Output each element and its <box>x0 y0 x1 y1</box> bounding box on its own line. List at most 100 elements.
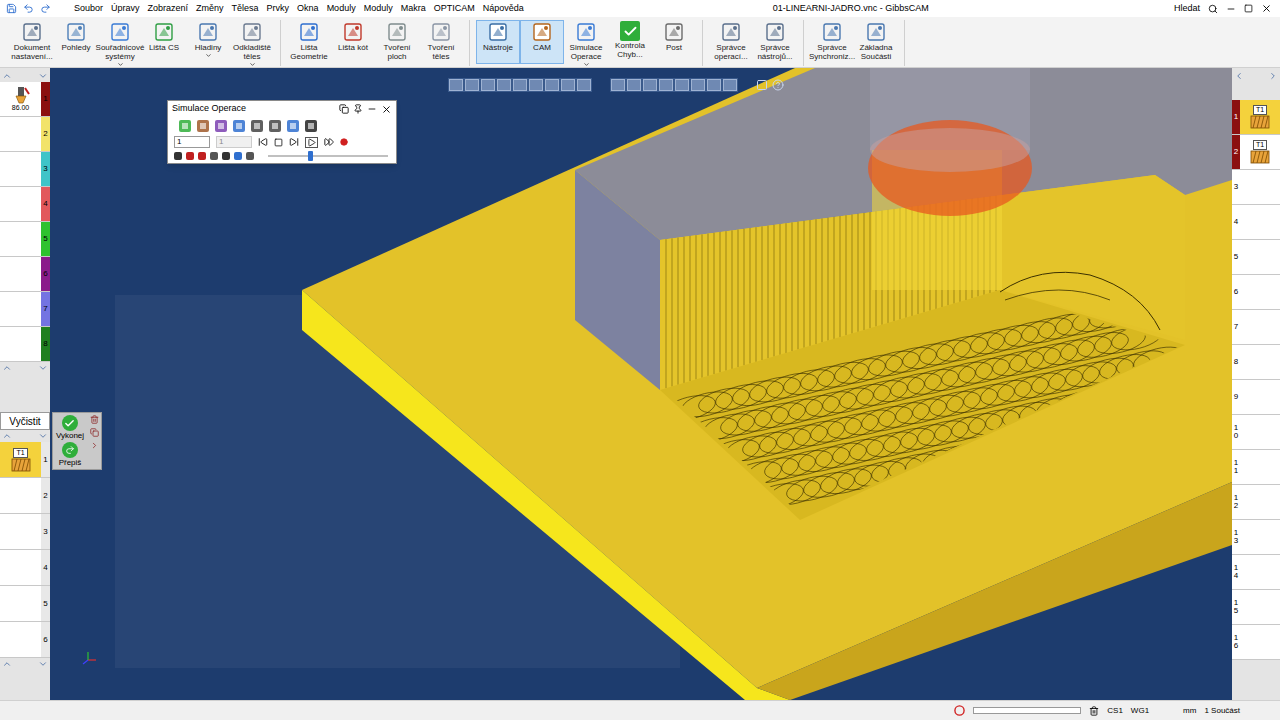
operation-slot[interactable]: 3 <box>0 514 50 550</box>
pin-icon[interactable] <box>353 104 363 114</box>
cs-indicator[interactable]: CS1 <box>1107 705 1123 717</box>
tool-slot[interactable]: 8 <box>0 327 50 362</box>
stop-icon[interactable] <box>274 138 283 147</box>
ribbon-button[interactable]: Lišta CS <box>142 20 186 64</box>
save-icon[interactable] <box>6 3 17 14</box>
expand-icon[interactable] <box>90 441 99 450</box>
process-slot[interactable]: 5 <box>1232 240 1280 275</box>
process-number-tab[interactable]: 2 <box>1232 135 1240 169</box>
view-mode-icon[interactable] <box>246 152 254 160</box>
wg-indicator[interactable]: WG1 <box>1131 705 1149 717</box>
tool-slot[interactable]: 6 <box>0 257 50 292</box>
process-slot[interactable]: 1T1 <box>1232 100 1280 135</box>
tool-number-tab[interactable]: 1 <box>41 82 50 116</box>
process-number-tab[interactable]: 6 <box>1232 275 1240 309</box>
scroll-up-icon[interactable] <box>2 659 12 669</box>
process-number-tab[interactable]: 5 <box>1232 240 1240 274</box>
tool-badge[interactable]: T1 <box>10 448 32 472</box>
ribbon-button[interactable]: Nástroje <box>476 20 520 64</box>
menu-item[interactable]: Moduly <box>360 2 397 16</box>
menu-item[interactable]: Tělesa <box>228 2 263 16</box>
display-button-icon[interactable] <box>643 79 657 91</box>
menu-item[interactable]: Nápověda <box>479 2 528 16</box>
delete-icon[interactable] <box>90 415 99 424</box>
minimize-icon[interactable] <box>1226 4 1236 14</box>
step-field[interactable]: 1 <box>174 136 210 148</box>
scroll-right-icon[interactable] <box>1268 71 1278 81</box>
tool-number-tab[interactable]: 3 <box>41 152 50 186</box>
menu-item[interactable]: Úpravy <box>107 2 144 16</box>
ribbon-button[interactable]: Správce nástrojů... <box>753 20 797 64</box>
view-button-icon[interactable] <box>561 79 575 91</box>
tool-slot[interactable]: 5 <box>0 222 50 257</box>
menu-item[interactable]: Moduly <box>323 2 360 16</box>
process-slot[interactable]: 9 <box>1232 380 1280 415</box>
scroll-down-icon[interactable] <box>38 431 48 441</box>
menu-item[interactable]: Zobrazení <box>144 2 193 16</box>
speed-slider[interactable] <box>268 155 388 157</box>
process-number-tab[interactable]: 12 <box>1232 485 1240 519</box>
process-number-tab[interactable]: 14 <box>1232 555 1240 589</box>
trash-icon[interactable] <box>1089 706 1099 716</box>
view-button-icon[interactable] <box>481 79 495 91</box>
fast-forward-icon[interactable] <box>324 137 334 147</box>
ribbon-button[interactable]: Odkladiště těles <box>230 20 274 69</box>
menu-item[interactable]: Soubor <box>70 2 107 16</box>
view-mode-icon[interactable] <box>234 152 242 160</box>
display-button-icon[interactable] <box>691 79 705 91</box>
redo-button[interactable]: Přepiš <box>59 442 82 467</box>
ribbon-button[interactable]: Dokument nastavení... <box>10 20 54 64</box>
process-number-tab[interactable]: 9 <box>1232 380 1240 414</box>
search-icon[interactable] <box>1208 4 1218 14</box>
maximize-icon[interactable] <box>1244 4 1253 13</box>
ribbon-button[interactable]: Pohledy <box>54 20 98 64</box>
process-slot[interactable]: 11 <box>1232 450 1280 485</box>
ribbon-button[interactable]: Základna Součásti <box>854 20 898 64</box>
undock-icon[interactable] <box>339 104 349 114</box>
menu-item[interactable]: Okna <box>293 2 323 16</box>
sim-option-icon[interactable] <box>178 119 192 133</box>
scroll-arrows[interactable] <box>0 362 50 374</box>
menu-item[interactable]: Prvky <box>263 2 294 16</box>
sim-option-icon[interactable] <box>304 119 318 133</box>
process-number-tab[interactable]: 7 <box>1232 310 1240 344</box>
record-icon[interactable] <box>340 138 348 146</box>
tool-slot[interactable]: 86.001 <box>0 82 50 117</box>
ribbon-button[interactable]: Simulace Operace <box>564 20 608 69</box>
clear-button[interactable]: Vyčistit <box>0 412 50 430</box>
close-icon[interactable] <box>381 104 392 115</box>
process-slot[interactable]: 15 <box>1232 590 1280 625</box>
process-slot[interactable]: 3 <box>1232 170 1280 205</box>
viewport[interactable]: VykonejPřepišSimulace Operace11 <box>50 68 1232 700</box>
view-button-icon[interactable] <box>465 79 479 91</box>
operation-slot[interactable]: 5 <box>0 586 50 622</box>
scroll-arrows[interactable] <box>0 430 50 442</box>
tool-number-tab[interactable]: 5 <box>41 222 50 256</box>
view-button-icon[interactable] <box>513 79 527 91</box>
step-total-field[interactable]: 1 <box>216 136 252 148</box>
redo-icon[interactable] <box>40 3 51 14</box>
help-icon[interactable] <box>772 79 784 91</box>
tool-slot[interactable]: 7 <box>0 292 50 327</box>
view-mode-icon[interactable] <box>198 152 206 160</box>
tool-badge[interactable]: T1 <box>1249 140 1271 164</box>
ribbon-button[interactable]: Kontrola Chyb... <box>608 20 652 64</box>
scroll-down-icon[interactable] <box>38 71 48 81</box>
scroll-up-icon[interactable] <box>2 431 12 441</box>
view-mode-icon[interactable] <box>222 152 230 160</box>
display-button-icon[interactable] <box>611 79 625 91</box>
sim-option-icon[interactable] <box>286 119 300 133</box>
menu-item[interactable]: OPTICAM <box>430 2 479 16</box>
dropdown-icon[interactable] <box>583 61 590 68</box>
dropdown-icon[interactable] <box>249 61 256 68</box>
view-button-icon[interactable] <box>497 79 511 91</box>
dropdown-icon[interactable] <box>117 61 124 68</box>
process-number-tab[interactable]: 4 <box>1232 205 1240 239</box>
view-button-icon[interactable] <box>449 79 463 91</box>
stop-status-icon[interactable] <box>954 705 965 716</box>
search-label[interactable]: Hledat <box>1174 2 1200 16</box>
scroll-left-icon[interactable] <box>1234 71 1244 81</box>
tool-number-tab[interactable]: 4 <box>41 187 50 221</box>
ribbon-button[interactable]: Lišta kót <box>331 20 375 64</box>
view-mode-icon[interactable] <box>174 152 182 160</box>
